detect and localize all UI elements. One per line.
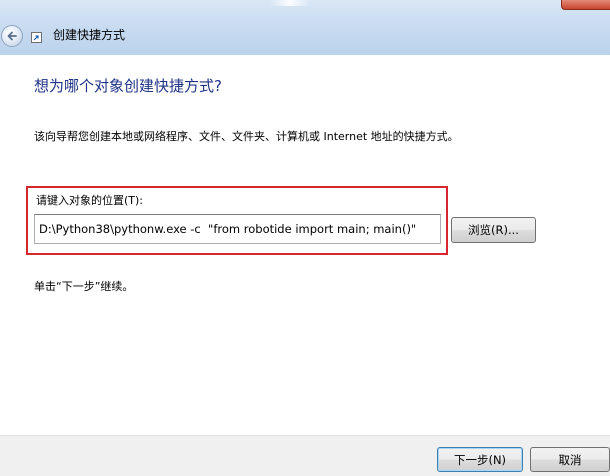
create-shortcut-window: 创建快捷方式 想为哪个对象创建快捷方式? 该向导帮您创建本地或网络程序、文件、文…	[0, 0, 610, 476]
cancel-button[interactable]: 取消	[530, 447, 610, 472]
window-title: 创建快捷方式	[53, 28, 126, 42]
next-button[interactable]: 下一步(N)	[437, 447, 523, 472]
back-arrow-icon	[7, 31, 17, 41]
continue-instruction: 单击“下一步”继续。	[34, 280, 134, 293]
close-button[interactable]	[561, 0, 610, 10]
page-heading: 想为哪个对象创建快捷方式?	[34, 77, 222, 95]
shortcut-wizard-icon	[31, 32, 42, 43]
wizard-description: 该向导帮您创建本地或网络程序、文件、文件夹、计算机或 Internet 地址的快…	[34, 130, 459, 143]
title-glint	[270, 0, 310, 6]
title-bar: 创建快捷方式	[0, 0, 610, 55]
back-button[interactable]	[1, 25, 23, 47]
location-input[interactable]	[34, 214, 441, 244]
browse-button[interactable]: 浏览(R)...	[451, 217, 536, 243]
location-label: 请键入对象的位置(T):	[36, 194, 144, 207]
